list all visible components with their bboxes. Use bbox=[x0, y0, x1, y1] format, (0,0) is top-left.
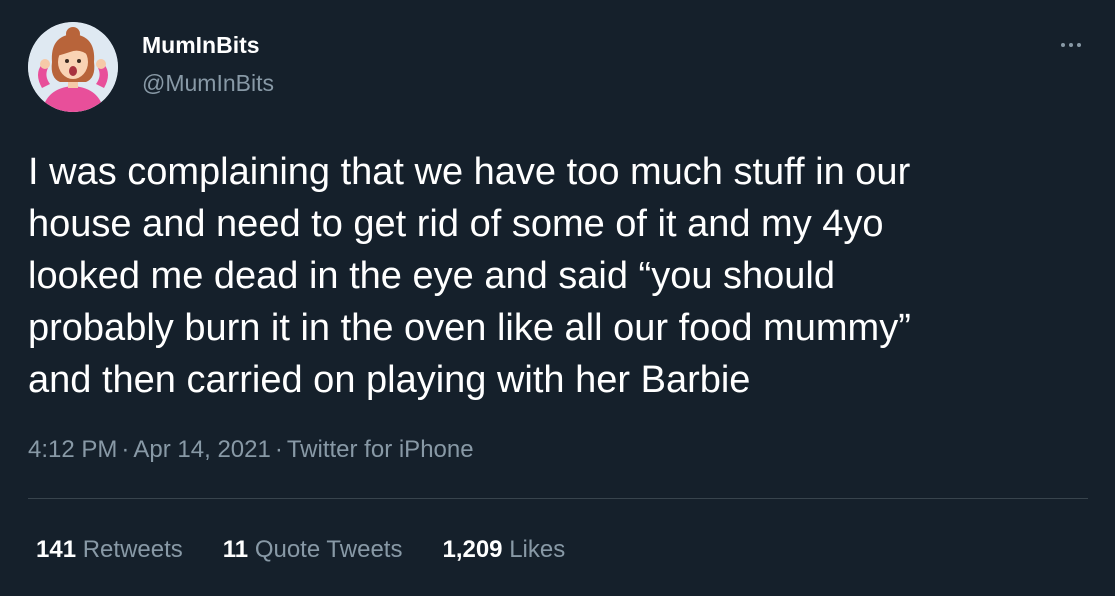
tweet-date[interactable]: Apr 14, 2021 bbox=[133, 436, 270, 463]
quote-tweets-count: 11 bbox=[222, 536, 249, 563]
likes-label: Likes bbox=[509, 536, 566, 563]
more-horizontal-icon bbox=[1077, 43, 1081, 47]
retweets-count: 141 bbox=[36, 536, 77, 563]
divider bbox=[28, 498, 1088, 499]
meta-separator: · bbox=[121, 436, 130, 463]
likes-stat[interactable]: 1,209 Likes bbox=[442, 536, 565, 564]
cartoon-mum-avatar-icon bbox=[28, 22, 118, 112]
meta-separator: · bbox=[274, 436, 283, 463]
retweets-stat[interactable]: 141 Retweets bbox=[36, 536, 183, 564]
quote-tweets-stat[interactable]: 11 Quote Tweets bbox=[223, 536, 403, 564]
more-horizontal-icon bbox=[1061, 43, 1065, 47]
retweets-label: Retweets bbox=[82, 536, 183, 563]
author-handle[interactable]: @MumInBits bbox=[142, 70, 274, 97]
tweet-card: MumInBits @MumInBits I was complaining t… bbox=[0, 0, 1115, 596]
tweet-metadata: 4:12 PM · Apr 14, 2021 · Twitter for iPhone bbox=[28, 436, 474, 464]
likes-count: 1,209 bbox=[442, 536, 503, 563]
tweet-time[interactable]: 4:12 PM bbox=[28, 436, 117, 463]
tweet-text: I was complaining that we have too much … bbox=[28, 151, 911, 401]
more-options-button[interactable] bbox=[1054, 30, 1088, 60]
more-horizontal-icon bbox=[1069, 43, 1073, 47]
avatar[interactable] bbox=[28, 22, 118, 112]
author-display-name[interactable]: MumInBits bbox=[142, 32, 260, 59]
engagement-stats: 141 Retweets 11 Quote Tweets 1,209 Likes bbox=[36, 536, 565, 564]
quote-tweets-label: Quote Tweets bbox=[254, 536, 403, 563]
tweet-source[interactable]: Twitter for iPhone bbox=[287, 436, 474, 463]
